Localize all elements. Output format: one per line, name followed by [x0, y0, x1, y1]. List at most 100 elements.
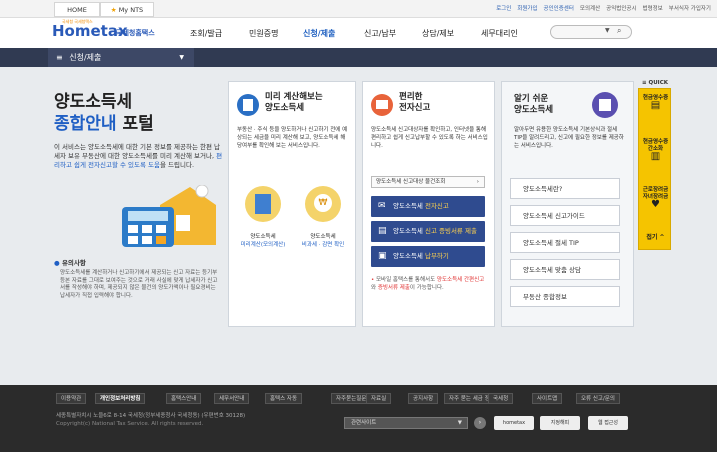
related-sites-label: 관련사이트 — [351, 420, 377, 426]
efile-submit-button[interactable]: ✉ 양도소득세 전자신고 — [371, 196, 485, 217]
guide-title1: 알기 쉬운 — [514, 94, 549, 104]
guide-item-consult[interactable]: 양도소득세 맞춤 상담 — [510, 259, 620, 280]
guide-description: 알아두면 유용한 양도소득세 기본상식과 절세 TIP을 알려드리고, 신고에 … — [514, 127, 624, 149]
nav-apply[interactable]: 신청/제출 — [303, 28, 335, 39]
efile-b1a: 양도소득세 — [393, 202, 425, 210]
nav-inquiry[interactable]: 조회/발급 — [190, 28, 222, 39]
subnav-label: 신청/제출 — [69, 53, 102, 62]
chevron-up-icon: ^ — [659, 234, 665, 241]
guide-item-what[interactable]: 양도소득세란? — [510, 178, 620, 199]
top-link-law[interactable]: 법령정보 — [643, 4, 663, 12]
footer-link-auto[interactable]: 홈텍스 자동 — [265, 393, 303, 404]
top-utility-bar: HOME ★ My NTS 로그인 회원가입 공인인증센터 모의계산 공익법인공… — [0, 0, 717, 18]
quick-item-receipt[interactable]: 현금영수증 ▤ — [642, 95, 669, 111]
footer-link-guide[interactable]: 홈택스안내 — [166, 393, 202, 404]
quick-close-label: 접기 — [646, 234, 658, 241]
notice-title: 유의사항 — [61, 259, 86, 267]
nav-consult[interactable]: 상담/제보 — [422, 28, 454, 39]
lookup-button[interactable]: 양도소득세 신고대상 물건조회 › — [371, 176, 485, 188]
related-sites-select[interactable]: 관련사이트 ▼ — [344, 417, 468, 429]
top-link-agent[interactable]: 부서식자 가입자기 — [669, 4, 711, 12]
note-d: 증빙서류 제출 — [377, 285, 410, 291]
note-c: 와 — [371, 285, 378, 291]
efile-b2a: 양도소득세 — [393, 227, 425, 235]
quick-close-button[interactable]: 접기 ^ — [642, 234, 669, 241]
star-icon: ★ — [110, 6, 117, 14]
efile-description: 양도소득세 신고대상자를 확인하고, 인터넷을 통해 편리하고 쉽게 신고납부할… — [371, 127, 488, 149]
intro-title-suffix: 포털 — [116, 114, 154, 134]
payment-icon: ▣ — [378, 251, 387, 261]
heart-icon: ♥ — [651, 199, 660, 210]
dropdown-icon[interactable]: ▼ — [605, 27, 610, 34]
nav-report[interactable]: 신고/납부 — [364, 28, 396, 39]
chevron-right-icon: › — [476, 179, 479, 185]
note-e: 이 가능합니다. — [409, 285, 444, 291]
calc-doc-icon — [245, 186, 281, 222]
go-button[interactable]: › — [474, 417, 486, 429]
quick-label-text: QUICK — [648, 80, 669, 86]
footer-link-nts[interactable]: 국세청 — [488, 393, 514, 404]
footer-link-sitemap[interactable]: 사이트맵 — [532, 393, 563, 404]
nav-certificate[interactable]: 민원증명 — [249, 28, 278, 39]
footer-link-data[interactable]: 자료실 — [366, 393, 392, 404]
top-link-login[interactable]: 로그인 — [496, 4, 511, 12]
dropdown-icon: ▼ — [457, 420, 462, 426]
footer-badge-happy: 지정해피 — [540, 416, 580, 430]
calc-btn1-sub: 미리계산(모의계산) — [240, 242, 286, 248]
calc-btn2-sub: 비과세 · 감면 확인 — [301, 242, 345, 248]
receipt-icon: ▤ — [650, 100, 661, 111]
intro-desc-c: 을 드립니다. — [160, 161, 195, 169]
footer-link-terms[interactable]: 이용약관 — [56, 393, 87, 404]
subnav-menu[interactable]: ≡ 신청/제출 ▼ — [48, 48, 194, 67]
footer-link-notice[interactable]: 공지사항 — [408, 393, 439, 404]
intro-title-line1: 양도소득세 — [54, 92, 133, 112]
quick-item-simplified[interactable]: 현금영수증간소화 ▥ — [642, 139, 669, 162]
building-icon: ▥ — [650, 151, 661, 162]
footer-link-error[interactable]: 오류 신고/문의 — [576, 393, 620, 404]
home-tab[interactable]: HOME — [54, 2, 100, 17]
lookup-label: 양도소득세 신고대상 물건조회 — [376, 179, 446, 185]
note-b: 양도소득세 간편신고 — [436, 277, 485, 283]
top-link-join[interactable]: 회원가입 — [517, 4, 537, 12]
top-link-cert[interactable]: 공인인증센터 — [544, 4, 574, 12]
my-nts-label: My NTS — [118, 6, 144, 14]
top-links: 로그인 회원가입 공인인증센터 모의계산 공익법인공시 법령정보 부서식자 가입… — [496, 4, 711, 12]
quick-item-incentive[interactable]: 근로장려금자녀장려금 ♥ — [642, 187, 669, 210]
info-icon: ● — [54, 259, 60, 267]
calc-btn2-title: 양도소득세 — [310, 234, 336, 240]
money-bag-icon: ₩ — [305, 186, 341, 222]
efile-docs-button[interactable]: ▤ 양도소득세 신고 증빙서류 제출 — [371, 221, 485, 242]
footer-link-privacy[interactable]: 개인정보처리방침 — [95, 393, 146, 404]
efile-b3b: 납부하기 — [424, 252, 449, 260]
calculator-icon — [237, 94, 259, 116]
quick-label: ≡ QUICK — [642, 80, 668, 86]
guide-item-guide[interactable]: 양도소득세 신고가이드 — [510, 205, 620, 226]
chevron-down-icon: ▼ — [179, 54, 184, 61]
efile-b3a: 양도소득세 — [393, 252, 425, 260]
search-icon[interactable]: ⌕ — [617, 26, 621, 36]
my-nts-tab[interactable]: ★ My NTS — [100, 2, 154, 17]
calc-simulate-button[interactable]: 양도소득세 미리계산(모의계산) — [235, 186, 291, 266]
calc-title2: 양도소득세 — [265, 103, 305, 113]
footer-badge-hometax: hometax — [494, 416, 534, 430]
footer-link-office[interactable]: 세무서안내 — [214, 393, 250, 404]
guide-item-tip[interactable]: 양도소득세 절세 TIP — [510, 232, 620, 253]
intro-title-line2: 종합안내 포털 — [54, 113, 224, 135]
search-input[interactable]: ▼ ⌕ — [550, 25, 632, 39]
efile-title2: 전자신고 — [399, 103, 431, 113]
calc-exemption-button[interactable]: ₩ 양도소득세 비과세 · 감면 확인 — [295, 186, 351, 266]
top-link-simulate[interactable]: 모의계산 — [580, 4, 600, 12]
efile-pay-button[interactable]: ▣ 양도소득세 납부하기 — [371, 246, 485, 267]
guide-item-realestate[interactable]: 부동산 종합정보 — [510, 286, 620, 307]
calculator-house-illustration — [122, 185, 216, 247]
envelope-icon: ✉ — [378, 201, 386, 211]
intro-description: 이 서비스는 양도소득세에 대한 기본 정보를 제공하는 한편 납세자 보유 부… — [54, 143, 224, 170]
main-content: 양도소득세 종합안내 포털 이 서비스는 양도소득세에 대한 기본 정보를 제공… — [0, 67, 717, 385]
top-link-public[interactable]: 공익법인공시 — [606, 4, 636, 12]
footer-copyright: Copyright(c) National Tax Service. All r… — [56, 421, 204, 427]
nav-agent[interactable]: 세무대리인 — [481, 28, 518, 39]
efile-b2b: 신고 증빙서류 제출 — [424, 227, 477, 235]
intro-section: 양도소득세 종합안내 포털 이 서비스는 양도소득세에 대한 기본 정보를 제공… — [54, 91, 224, 170]
calc-description: 부동산 · 주식 등을 양도하거나 신고하기 전에 예상되는 세금을 미리 계산… — [237, 127, 348, 149]
document-icon: ▤ — [378, 226, 387, 236]
